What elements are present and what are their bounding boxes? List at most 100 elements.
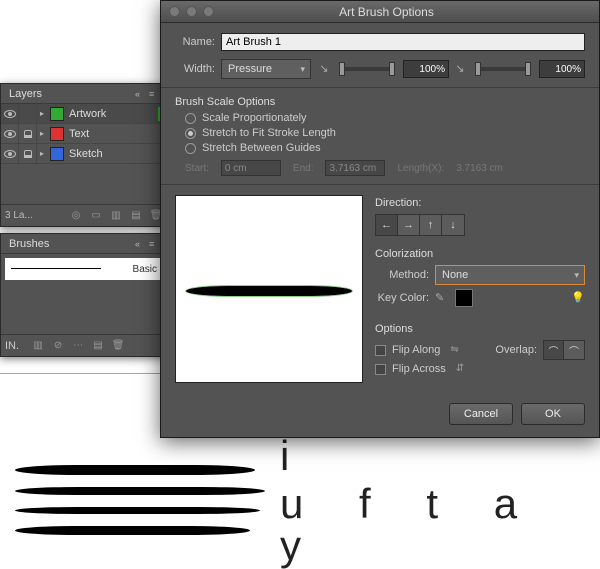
visibility-toggle[interactable] xyxy=(1,104,19,123)
start-field: 0 cm xyxy=(221,160,281,176)
brushes-panel-tab[interactable]: Brushes « ≡ xyxy=(1,234,167,254)
locate-object-icon[interactable]: ◎ xyxy=(69,209,83,223)
brushes-panel: Brushes « ≡ Basic IN. ▥ ⊘ ⋯ ▤ 🗑 xyxy=(0,233,168,357)
delete-brush-icon[interactable]: 🗑 xyxy=(111,339,125,353)
overlap-label: Overlap: xyxy=(495,344,537,356)
layer-row[interactable]: ▸ Text xyxy=(1,124,167,144)
direction-title: Direction: xyxy=(375,197,585,209)
overlap-join[interactable]: ⌒ xyxy=(564,341,584,359)
method-label: Method: xyxy=(375,269,429,281)
eye-icon xyxy=(4,130,16,138)
radio-stretch-guides[interactable]: Stretch Between Guides xyxy=(185,142,585,154)
lock-icon xyxy=(24,150,32,158)
layer-color-swatch xyxy=(50,147,64,161)
direction-right-to-left[interactable]: → xyxy=(398,215,420,235)
direction-bottom-to-top[interactable]: ↑ xyxy=(420,215,442,235)
flip-across-label: Flip Across xyxy=(392,363,446,375)
eyedropper-icon[interactable]: ✎ xyxy=(435,291,449,305)
radio-scale-proportionately[interactable]: Scale Proportionately xyxy=(185,112,585,124)
new-layer-icon[interactable]: ▤ xyxy=(129,209,143,223)
keycolor-label: Key Color: xyxy=(375,292,429,304)
width-min-slider[interactable] xyxy=(339,67,395,71)
scale-section-title: Brush Scale Options xyxy=(175,96,585,108)
layer-name[interactable]: Sketch xyxy=(67,148,158,160)
lock-toggle[interactable] xyxy=(19,104,37,123)
overlap-none[interactable]: ⌒ xyxy=(544,341,564,359)
lock-toggle[interactable] xyxy=(19,124,37,143)
collapse-icon[interactable]: « xyxy=(135,90,145,98)
panel-menu-icon[interactable]: ≡ xyxy=(149,240,159,248)
new-brush-icon[interactable]: ▤ xyxy=(91,339,105,353)
end-field: 3.7163 cm xyxy=(325,160,385,176)
length-value: 3.7163 cm xyxy=(456,163,503,174)
layer-color-swatch xyxy=(50,127,64,141)
visibility-toggle[interactable] xyxy=(1,124,19,143)
dialog-title: Art Brush Options xyxy=(214,5,599,19)
visibility-toggle[interactable] xyxy=(1,144,19,163)
disclosure-icon[interactable]: ▸ xyxy=(37,109,47,118)
layer-name[interactable]: Artwork xyxy=(67,108,158,120)
layers-panel: Layers « ≡ ▸ Artwork ▸ Text ▸ Sketch 3 La... ◎… xyxy=(0,83,168,227)
lock-toggle[interactable] xyxy=(19,144,37,163)
start-label: Start: xyxy=(185,163,209,174)
key-color-swatch[interactable] xyxy=(455,289,473,307)
flip-along-checkbox[interactable] xyxy=(375,345,386,356)
width-label: Width: xyxy=(175,63,215,75)
width-max-slider[interactable] xyxy=(475,67,531,71)
panel-menu-icon[interactable]: ≡ xyxy=(149,90,159,98)
flip-across-icon: ⇵ xyxy=(456,363,472,375)
disclosure-icon[interactable]: ▸ xyxy=(37,129,47,138)
brush-item-basic[interactable]: Basic xyxy=(5,258,163,280)
end-label: End: xyxy=(293,163,314,174)
dialog-titlebar[interactable]: Art Brush Options xyxy=(161,1,599,23)
name-label: Name: xyxy=(175,36,215,48)
length-label: Length(X): xyxy=(397,163,444,174)
layers-panel-footer: 3 La... ◎ ▭ ▥ ▤ 🗑 xyxy=(1,204,167,226)
brushes-foot-label: IN. xyxy=(5,340,19,352)
flip-across-checkbox[interactable] xyxy=(375,364,386,375)
layer-color-swatch xyxy=(50,107,64,121)
art-brush-options-dialog: Art Brush Options Name: Width: Pressure … xyxy=(160,0,600,438)
brush-name-input[interactable] xyxy=(221,33,585,51)
radio-stretch-fit[interactable]: Stretch to Fit Stroke Length xyxy=(185,127,585,139)
layer-row[interactable]: ▸ Artwork xyxy=(1,104,167,124)
direction-left-to-right[interactable]: ← xyxy=(376,215,398,235)
layers-panel-title: Layers xyxy=(9,88,42,100)
brushes-panel-title: Brushes xyxy=(9,238,49,250)
direction-top-to-bottom[interactable]: ↓ xyxy=(442,215,464,235)
new-sublayer-icon[interactable]: ▥ xyxy=(109,209,123,223)
collapse-icon[interactable]: « xyxy=(135,240,145,248)
options-title: Options xyxy=(375,323,585,335)
minimize-icon[interactable] xyxy=(186,6,197,17)
flip-along-label: Flip Along xyxy=(392,344,440,356)
eye-icon xyxy=(4,110,16,118)
cancel-button[interactable]: Cancel xyxy=(449,403,513,425)
brush-preview xyxy=(175,195,363,383)
brush-options-icon[interactable]: ⋯ xyxy=(71,339,85,353)
layer-row[interactable]: ▸ Sketch xyxy=(1,144,167,164)
width-link-right-icon[interactable]: ↘ xyxy=(453,62,467,76)
width-max-field[interactable]: 100% xyxy=(539,60,585,78)
eye-icon xyxy=(4,150,16,158)
flip-along-icon: ⇋ xyxy=(450,344,466,356)
zoom-icon[interactable] xyxy=(203,6,214,17)
layer-name[interactable]: Text xyxy=(67,128,158,140)
width-min-field[interactable]: 100% xyxy=(403,60,449,78)
brushes-panel-footer: IN. ▥ ⊘ ⋯ ▤ 🗑 xyxy=(1,334,167,356)
close-icon[interactable] xyxy=(169,6,180,17)
remove-stroke-icon[interactable]: ⊘ xyxy=(51,339,65,353)
width-mode-dropdown[interactable]: Pressure xyxy=(221,59,311,79)
ok-button[interactable]: OK xyxy=(521,403,585,425)
layers-count: 3 La... xyxy=(5,210,33,221)
direction-buttons: ← → ↑ ↓ xyxy=(375,214,465,236)
lock-icon xyxy=(24,130,32,138)
colorization-title: Colorization xyxy=(375,248,585,260)
layers-panel-tab[interactable]: Layers « ≡ xyxy=(1,84,167,104)
make-clip-icon[interactable]: ▭ xyxy=(89,209,103,223)
colorization-method-dropdown[interactable]: None xyxy=(435,265,585,285)
brush-item-label: Basic xyxy=(133,264,157,275)
width-link-left-icon[interactable]: ↘ xyxy=(317,62,331,76)
library-menu-icon[interactable]: ▥ xyxy=(31,339,45,353)
disclosure-icon[interactable]: ▸ xyxy=(37,149,47,158)
tips-icon[interactable]: 💡 xyxy=(571,291,585,305)
